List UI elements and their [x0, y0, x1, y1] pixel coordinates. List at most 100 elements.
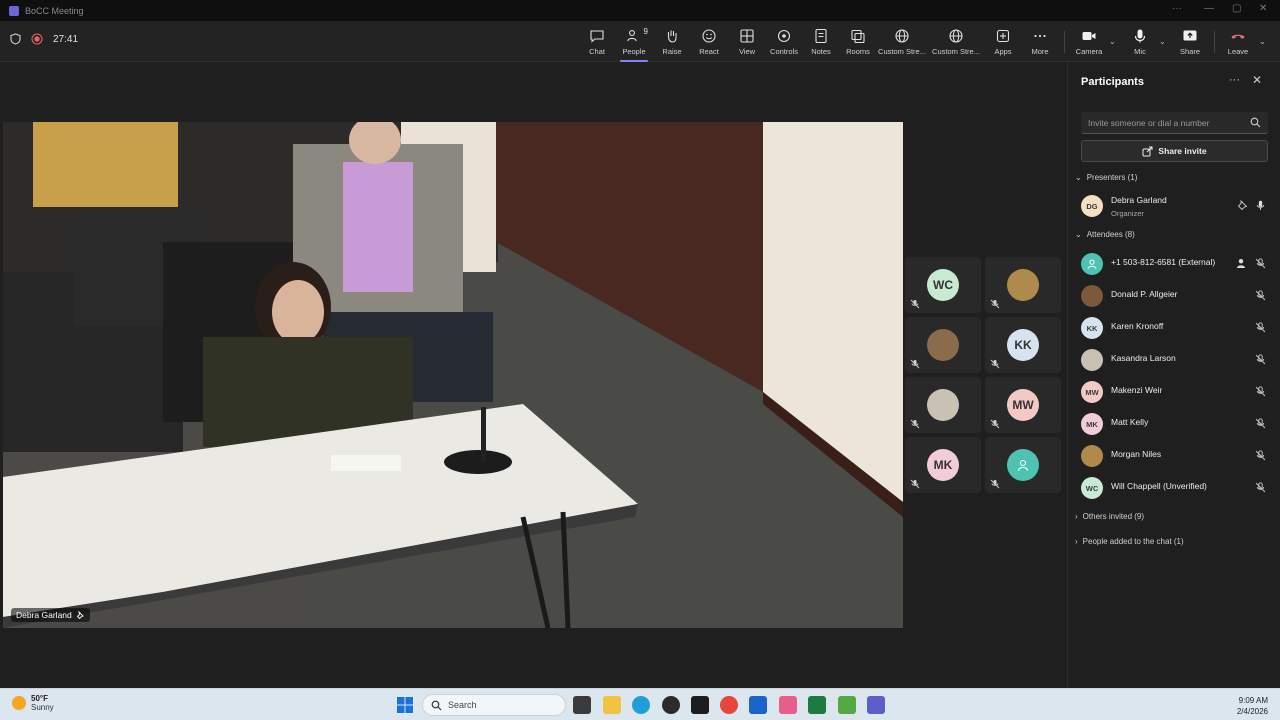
meeting-room-video-image — [3, 122, 903, 628]
presenters-section-header[interactable]: ⌄ Presenters (1) — [1075, 173, 1137, 182]
gallery-tile[interactable]: MW — [985, 377, 1061, 433]
meeting-status: 27:41 — [10, 33, 78, 45]
attendees-section-header[interactable]: ⌄ Attendees (8) — [1075, 230, 1135, 239]
hang-up-icon — [1231, 34, 1245, 39]
avatar-initials: MW — [1012, 398, 1034, 412]
attendee-row[interactable]: KK Karen Kronoff — [1081, 315, 1271, 341]
participant-count-badge: 9 — [643, 27, 648, 36]
edge-browser-icon[interactable] — [632, 696, 650, 714]
mic-off-icon — [990, 419, 1000, 429]
participant-name: Kasandra Larson — [1111, 353, 1176, 363]
leave-button[interactable]: Leave — [1216, 25, 1260, 59]
people-icon — [627, 30, 637, 42]
gallery-tile[interactable] — [905, 377, 981, 433]
toolbar-button-custom-stre[interactable]: Custom Stre... — [932, 25, 980, 59]
mic-label: Mic — [1134, 47, 1146, 56]
invite-input[interactable] — [1088, 116, 1243, 130]
avatar: KK — [1007, 329, 1039, 361]
mic-button[interactable]: Mic — [1118, 25, 1162, 59]
attendee-row[interactable]: Morgan Niles — [1081, 443, 1271, 469]
participant-name: Makenzi Weir — [1111, 385, 1163, 395]
share-invite-button[interactable]: Share invite — [1081, 140, 1268, 162]
participants-title: Participants — [1081, 76, 1144, 88]
share-screen-icon — [1183, 30, 1197, 41]
avatar: MK — [927, 449, 959, 481]
avatar: WC — [1081, 477, 1103, 499]
app-icon-dark[interactable] — [662, 696, 680, 714]
others-invited-label: Others invited (9) — [1082, 512, 1145, 521]
snipping-tool-icon[interactable] — [779, 696, 797, 714]
presenter-row[interactable]: DG Debra Garland Organizer — [1081, 193, 1271, 219]
avatar-photo — [1081, 285, 1103, 307]
search-icon — [431, 700, 442, 710]
gallery-tile[interactable] — [985, 257, 1061, 313]
outlook-icon[interactable] — [749, 696, 767, 714]
avatar: MW — [1007, 389, 1039, 421]
participant-name: Morgan Niles — [1111, 449, 1162, 459]
window-more-icon[interactable]: ··· — [1172, 3, 1182, 14]
share-invite-label: Share invite — [1158, 146, 1207, 156]
people-added-section-header[interactable]: › People added to the chat (1) — [1075, 537, 1184, 546]
chevron-down-icon: ⌄ — [1075, 173, 1082, 182]
participants-panel: Participants ··· ✕ Share invite ⌄ Presen… — [1067, 62, 1280, 688]
file-explorer-icon[interactable] — [603, 696, 621, 714]
start-menu-icon[interactable] — [396, 696, 414, 714]
gallery-tile[interactable] — [985, 437, 1061, 493]
camera-button[interactable]: Camera — [1067, 25, 1111, 59]
attendees-header-label: Attendees (8) — [1086, 230, 1135, 239]
pin-icon[interactable] — [76, 610, 85, 620]
gallery-tile[interactable]: MK — [905, 437, 981, 493]
excel-icon[interactable] — [808, 696, 826, 714]
weather-widget[interactable]: 50°F Sunny — [12, 694, 54, 712]
avatar: WC — [927, 269, 959, 301]
invite-search-box[interactable] — [1081, 112, 1268, 134]
apps-icon — [996, 29, 1010, 43]
minimize-icon[interactable]: — — [1204, 3, 1214, 14]
panel-more-options-icon[interactable]: ··· — [1229, 74, 1240, 86]
attendee-row[interactable]: Donald P. Allgeier — [1081, 283, 1271, 309]
teams-icon[interactable] — [867, 696, 885, 714]
pin-icon[interactable] — [1237, 200, 1248, 211]
toolbar-button-label: Rooms — [846, 47, 870, 56]
toolbar-button-label: Notes — [811, 47, 831, 56]
globe-icon — [895, 29, 909, 43]
toolbar-button-rooms[interactable]: Rooms — [836, 25, 880, 59]
main-video-feed[interactable]: Debra Garland — [3, 122, 903, 628]
participant-name: Will Chappell (Unverified) — [1111, 481, 1207, 491]
attendee-row[interactable]: MW Makenzi Weir — [1081, 379, 1271, 405]
others-invited-section-header[interactable]: › Others invited (9) — [1075, 512, 1144, 521]
participant-name: +1 503-812-6581 (External) — [1111, 257, 1216, 267]
mic-off-icon — [1255, 290, 1266, 301]
camera-options-chevron-icon[interactable]: ⌄ — [1109, 37, 1116, 46]
gallery-tile[interactable]: KK — [985, 317, 1061, 373]
attendee-row[interactable]: Kasandra Larson — [1081, 347, 1271, 373]
share-label: Share — [1179, 47, 1200, 56]
avatar — [1007, 449, 1039, 481]
toolbar-button-label: Apps — [994, 47, 1012, 56]
chrome-browser-icon[interactable] — [720, 696, 738, 714]
mic-options-chevron-icon[interactable]: ⌄ — [1159, 37, 1166, 46]
attendee-row[interactable]: +1 503-812-6581 (External) — [1081, 251, 1271, 277]
app-icon-green[interactable] — [838, 696, 856, 714]
maximize-icon[interactable]: ▢ — [1232, 3, 1241, 14]
avatar: MW — [1081, 381, 1103, 403]
task-view-icon[interactable] — [573, 696, 591, 714]
leave-options-chevron-icon[interactable]: ⌄ — [1259, 37, 1266, 46]
avatar-photo — [1081, 445, 1103, 467]
attendee-row[interactable]: MK Matt Kelly — [1081, 411, 1271, 437]
system-clock[interactable]: 9:09 AM 2/4/2026 — [1237, 695, 1268, 717]
share-button[interactable]: Share — [1168, 25, 1212, 59]
taskbar-search-box[interactable]: Search — [422, 694, 566, 716]
gallery-tile[interactable]: WC — [905, 257, 981, 313]
toolbar-button-label: More — [1031, 47, 1049, 56]
recording-icon — [31, 33, 43, 45]
presenters-header-label: Presenters (1) — [1086, 173, 1138, 182]
terminal-icon[interactable] — [691, 696, 709, 714]
avatar-initials: WC — [1085, 483, 1099, 493]
attendee-row[interactable]: WC Will Chappell (Unverified) — [1081, 475, 1271, 501]
close-window-icon[interactable]: ✕ — [1259, 3, 1267, 14]
toolbar-button-custom-stre[interactable]: Custom Stre... — [878, 25, 926, 59]
toolbar-button-more[interactable]: More — [1018, 25, 1062, 59]
gallery-tile[interactable] — [905, 317, 981, 373]
panel-close-icon[interactable]: ✕ — [1252, 73, 1262, 87]
